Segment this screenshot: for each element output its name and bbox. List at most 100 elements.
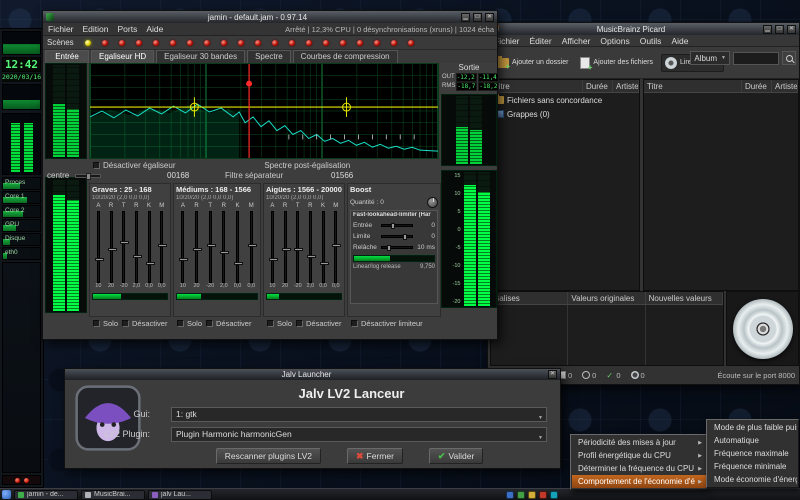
column-header[interactable]: Durée [742,80,772,92]
tray-icon[interactable] [528,491,536,499]
menu-item[interactable]: Fichier [48,24,74,34]
slider-track[interactable] [250,211,253,283]
scene-led[interactable] [221,40,227,46]
menu-item[interactable]: Afficher [562,36,591,46]
add-files-button[interactable]: Ajouter des fichiers [576,54,657,72]
comp-slider[interactable]: A10 [266,203,279,291]
crossover-low-value[interactable]: 00168 [167,171,189,180]
menu-item[interactable]: Options [600,36,629,46]
search-input[interactable] [733,52,779,65]
slider-track[interactable] [148,211,151,283]
comp-slider[interactable]: T-20 [203,203,217,291]
slider-track[interactable] [135,211,138,283]
close-button[interactable]: ✕ [548,370,557,379]
gui-combo[interactable]: 1: gtk [171,407,547,422]
slider-handle[interactable] [332,244,341,247]
slider-handle[interactable] [146,262,155,265]
crossover-handle[interactable] [246,81,252,87]
search-icon[interactable] [782,51,796,65]
plugin-combo[interactable]: Plugin Harmonic harmonicGen [171,427,547,442]
power-submenu-item[interactable]: Fréquence minimale [708,460,797,473]
add-folder-button[interactable]: Ajouter un dossier [492,55,572,71]
solo-checkbox[interactable] [93,320,100,327]
taskbar-window-button[interactable]: MusicBrai... [81,490,145,500]
tray-icon[interactable] [550,491,558,499]
slider-track[interactable] [209,211,212,283]
slider-track[interactable] [296,211,299,283]
scene-led[interactable] [255,40,261,46]
menu-item[interactable]: Edition [83,24,109,34]
boost-knob[interactable] [427,197,438,208]
close-button[interactable]: ✕ [485,13,494,22]
comp-slider[interactable]: R20 [279,203,292,291]
power-submenu-item[interactable]: Automatique [708,434,797,447]
slider-handle[interactable] [133,255,142,258]
comp-slider[interactable]: K0,0 [231,203,245,291]
taskbar-window-button[interactable]: jamin - de... [14,490,78,500]
scene-led[interactable] [238,40,244,46]
slider-track[interactable] [236,211,239,283]
slider-handle[interactable] [248,244,257,247]
comp-slider[interactable]: M0,0 [155,203,168,291]
power-menu-item[interactable]: Périodicité des mises à jour▶ [572,436,706,449]
slider-handle[interactable] [391,223,395,229]
jamin-tab[interactable]: Egaliseur 30 bandes [156,50,245,63]
solo-checkbox[interactable] [267,320,274,327]
scene-led[interactable] [391,40,397,46]
jamin-tab[interactable]: Spectre [247,50,291,63]
comp-slider[interactable]: K0,0 [143,203,156,291]
slider-handle[interactable] [403,234,407,240]
comp-slider[interactable]: T-20 [117,203,130,291]
column-header[interactable]: Titre [491,80,583,92]
slider-handle[interactable] [269,258,278,261]
slider-track[interactable] [309,211,312,283]
comp-slider[interactable]: R2,0 [217,203,231,291]
metadata-body[interactable] [491,305,723,365]
menu-item[interactable]: Outils [640,36,662,46]
comp-slider[interactable]: R2,0 [130,203,143,291]
band-disable-checkbox[interactable] [296,320,303,327]
slider-track[interactable] [334,211,337,283]
limiter-release-slider[interactable] [381,246,413,249]
slider-track[interactable] [160,211,163,283]
slider-handle[interactable] [86,173,91,180]
taskbar-window-button[interactable]: jalv Lau... [148,490,212,500]
scene-led[interactable] [119,40,125,46]
slider-handle[interactable] [320,262,329,265]
tree-item[interactable]: Fichiers sans concordance [491,93,639,107]
comp-slider[interactable]: R20 [190,203,204,291]
jamin-tab[interactable]: Courbes de compression [293,50,398,63]
scene-led[interactable] [102,40,108,46]
column-header[interactable]: Durée [583,80,613,92]
close-jalv-button[interactable]: ✖Fermer [347,448,403,464]
band-disable-checkbox[interactable] [122,320,129,327]
column-header[interactable]: Valeurs originales [568,292,645,304]
slider-track[interactable] [181,211,184,283]
slider-track[interactable] [271,211,274,283]
tray-icon[interactable] [517,491,525,499]
maximize-button[interactable]: □ [775,25,784,34]
power-submenu-item[interactable]: Mode de plus faible puissance [708,421,797,434]
limiter-limit-slider[interactable] [381,235,413,238]
slider-handle[interactable] [307,255,316,258]
slider-handle[interactable] [158,244,167,247]
scene-led[interactable] [289,40,295,46]
slider-track[interactable] [195,211,198,283]
slider-track[interactable] [322,211,325,283]
comp-slider[interactable]: R20 [105,203,118,291]
comp-slider[interactable]: A10 [92,203,105,291]
tray-icon[interactable] [539,491,547,499]
minimize-button[interactable]: ▁ [763,25,772,34]
slider-handle[interactable] [282,248,291,251]
limiter-input-slider[interactable] [381,224,413,227]
slider-handle[interactable] [193,248,202,251]
scene-led[interactable] [136,40,142,46]
jamin-tab[interactable]: Egaliseur HD [91,50,154,63]
minimize-button[interactable]: ▁ [461,13,470,22]
menu-item[interactable]: Ports [118,24,138,34]
scene-led[interactable] [170,40,176,46]
comp-slider[interactable]: R2,0 [304,203,317,291]
power-menu-item[interactable]: Comportement de l'économie d'énergie▶ [572,475,706,488]
eq-disable-checkbox[interactable] [93,162,100,169]
comp-slider[interactable]: A10 [176,203,190,291]
